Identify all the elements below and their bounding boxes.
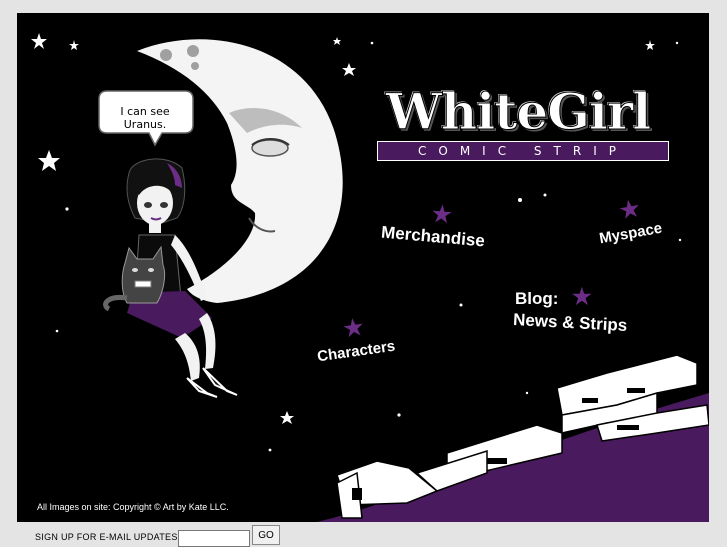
site-logo[interactable]: WhiteGirl COMIC STRIP <box>365 82 671 161</box>
star-shape <box>280 411 294 424</box>
speech-bubble: I can see Uranus. <box>101 91 189 135</box>
copyright-notice: All Images on site: Copyright © Art by K… <box>37 502 229 512</box>
purple-star-icon: ★ <box>430 200 453 228</box>
logo-subtitle: COMIC STRIP <box>377 141 669 161</box>
star-dot <box>678 238 682 242</box>
girl-shoe <box>202 367 238 396</box>
cat-character <box>103 245 166 312</box>
go-button[interactable]: GO <box>252 525 280 545</box>
cat-eye <box>132 268 138 272</box>
purple-star-icon: ★ <box>572 284 592 309</box>
nav-blog-sublabel: News & Strips <box>512 310 628 335</box>
star-shape <box>333 37 341 45</box>
star-shape <box>645 40 655 50</box>
purple-star-icon: ★ <box>342 313 366 342</box>
cat-eye <box>148 268 154 272</box>
window <box>352 488 362 500</box>
speech-bubble-text: I can see Uranus. <box>120 105 170 131</box>
star-shape <box>342 63 356 76</box>
star-dot <box>459 303 463 307</box>
page-stage: I can see Uranus. WhiteGirl COMIC STRIP … <box>17 13 709 522</box>
cat-tail <box>103 294 128 312</box>
moon-crater <box>191 62 199 70</box>
window <box>487 458 507 464</box>
girl-leg <box>199 313 216 369</box>
window <box>617 425 639 430</box>
purple-star-icon: ★ <box>617 195 642 224</box>
moon-crater <box>160 49 172 61</box>
email-field[interactable] <box>178 530 250 547</box>
girl-leg <box>175 333 200 381</box>
star-dot <box>370 41 374 45</box>
star-shape <box>38 150 60 171</box>
star-dot <box>675 41 679 45</box>
signup-label: SIGN UP FOR E-MAIL UPDATES <box>35 532 178 542</box>
star-dot <box>525 391 529 395</box>
nav-blog[interactable]: ★ Blog: News & Strips <box>512 284 628 335</box>
window <box>582 398 598 403</box>
star-dot <box>268 448 272 452</box>
girl-eye <box>160 202 168 208</box>
window <box>627 388 645 393</box>
cat-collar <box>134 280 152 288</box>
star-shape <box>69 40 79 50</box>
logo-title: WhiteGirl <box>385 82 651 141</box>
girl-eye <box>144 202 152 208</box>
star-dot <box>543 193 547 197</box>
girl-neck <box>149 223 161 233</box>
star-shape <box>31 33 47 49</box>
moon-crater <box>187 45 199 57</box>
star-dot <box>65 207 69 211</box>
star-dot <box>397 413 401 417</box>
star-dot <box>55 329 59 333</box>
star-dot <box>518 198 522 202</box>
